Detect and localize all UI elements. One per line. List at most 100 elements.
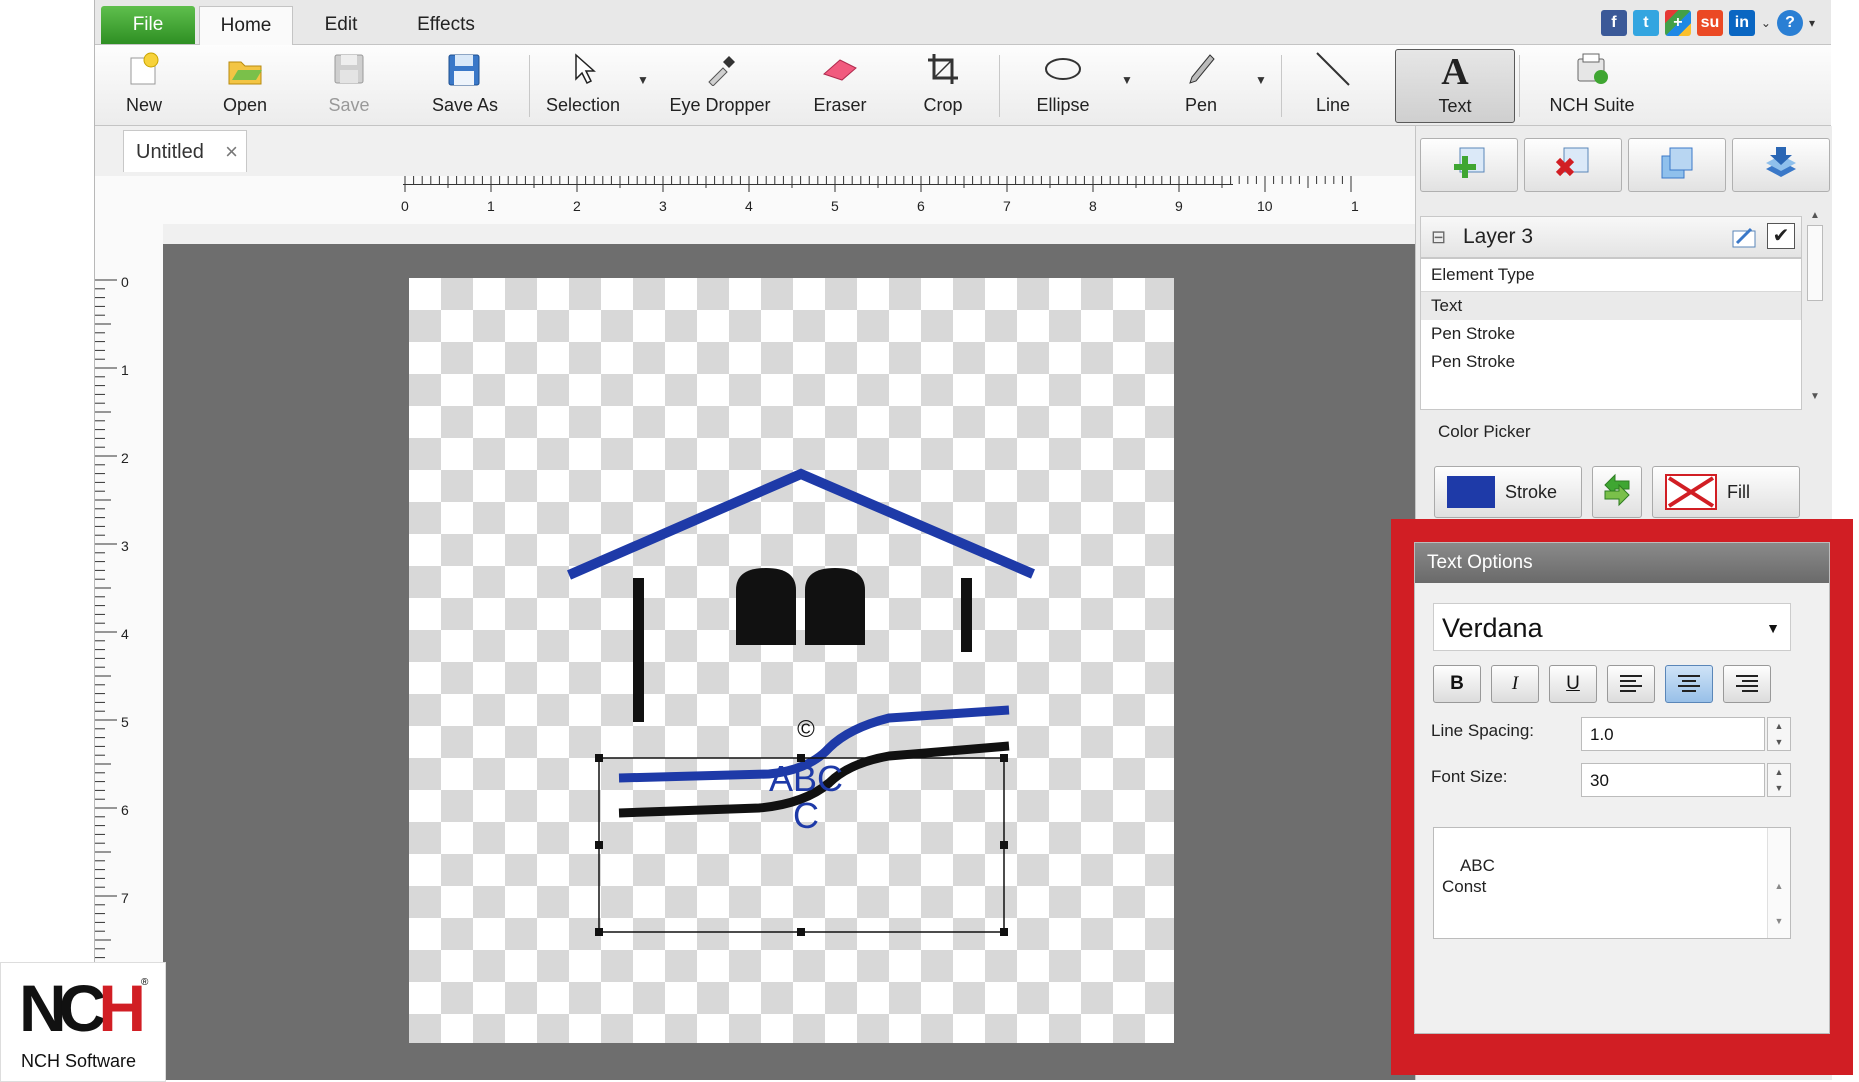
help-dropdown-icon[interactable]: ▾: [1809, 16, 1815, 30]
layer-edit-icon[interactable]: [1731, 223, 1759, 263]
font-select[interactable]: Verdana ▼: [1433, 603, 1791, 651]
stroke-color-swatch: [1447, 476, 1495, 508]
scroll-down-icon[interactable]: ▼: [1768, 911, 1790, 932]
twitter-icon[interactable]: t: [1632, 10, 1659, 36]
align-center-button[interactable]: [1665, 665, 1713, 703]
line-button[interactable]: Line: [1291, 49, 1375, 121]
ellipse-dropdown-icon[interactable]: ▼: [1121, 73, 1133, 87]
stumbleupon-icon[interactable]: su: [1696, 10, 1723, 36]
tab-home[interactable]: Home: [199, 6, 293, 45]
layer-visible-checkbox[interactable]: ✔: [1767, 223, 1795, 249]
linkedin-icon[interactable]: in: [1728, 10, 1755, 36]
text-scrollbar[interactable]: ▲ ▼: [1767, 828, 1790, 938]
chevron-down-icon[interactable]: ▼: [1766, 604, 1780, 652]
duplicate-layer-icon: [1658, 146, 1696, 185]
underline-button[interactable]: U: [1549, 665, 1597, 703]
bold-button[interactable]: B: [1433, 665, 1481, 703]
chevron-down-icon[interactable]: ⌄: [1761, 16, 1771, 30]
close-icon[interactable]: ×: [225, 131, 238, 173]
eraser-button[interactable]: Eraser: [795, 49, 885, 121]
right-wall[interactable]: [961, 578, 972, 652]
ellipse-button[interactable]: Ellipse: [1015, 49, 1111, 121]
align-right-button[interactable]: [1723, 665, 1771, 703]
swap-arrows-icon: [1601, 471, 1633, 514]
swap-colors-button[interactable]: [1592, 466, 1642, 518]
new-button[interactable]: New: [109, 49, 179, 121]
fill-label: Fill: [1727, 481, 1750, 502]
collapse-icon[interactable]: ⊟: [1431, 217, 1446, 257]
save-label: Save: [328, 95, 370, 115]
ruler-label: 10: [1257, 198, 1273, 214]
list-item[interactable]: Pen Stroke: [1421, 320, 1801, 348]
element-list: Element Type Text Pen Stroke Pen Stroke: [1420, 258, 1802, 410]
delete-layer-button[interactable]: [1524, 138, 1622, 192]
canvas-text-line2[interactable]: C: [793, 795, 819, 836]
nch-suite-button[interactable]: NCH Suite: [1527, 49, 1657, 121]
scroll-up-icon[interactable]: ▲: [1768, 876, 1790, 897]
company-name: NCH Software: [21, 1051, 137, 1071]
save-button[interactable]: Save: [309, 49, 389, 121]
scroll-up-icon[interactable]: ▲: [1804, 210, 1826, 221]
selection-dropdown-icon[interactable]: ▼: [637, 73, 649, 87]
logo-mark: NCH: [19, 971, 146, 1045]
layer-header[interactable]: ⊟ Layer 3 ✔: [1420, 216, 1802, 258]
copyright-symbol: ©: [797, 716, 815, 743]
window-right[interactable]: [805, 568, 865, 645]
font-size-input[interactable]: 30: [1581, 763, 1765, 797]
pen-dropdown-icon[interactable]: ▼: [1255, 73, 1267, 87]
canvas-text-line1[interactable]: ABC: [769, 758, 843, 799]
drawing-layer[interactable]: © ABC C: [409, 278, 1174, 1043]
google-plus-icon[interactable]: +: [1664, 10, 1691, 36]
line-spacing-input[interactable]: 1.0: [1581, 717, 1765, 751]
eye-dropper-icon: [703, 52, 737, 91]
ruler-ticks: [404, 176, 1352, 192]
nch-suite-label: NCH Suite: [1549, 95, 1635, 115]
tab-effects[interactable]: Effects: [391, 6, 501, 44]
fill-color-button[interactable]: Fill: [1652, 466, 1800, 518]
eye-dropper-label: Eye Dropper: [669, 95, 771, 115]
save-as-button[interactable]: Save As: [415, 49, 515, 121]
facebook-icon[interactable]: f: [1600, 10, 1627, 36]
tab-file[interactable]: File: [101, 6, 195, 44]
window-left[interactable]: [736, 568, 796, 645]
roof-stroke[interactable]: [567, 468, 1035, 580]
pen-label: Pen: [1184, 95, 1218, 115]
duplicate-layer-button[interactable]: [1628, 138, 1726, 192]
italic-button[interactable]: I: [1491, 665, 1539, 703]
selection-button[interactable]: Selection: [535, 49, 631, 121]
image-canvas[interactable]: © ABC C: [409, 278, 1174, 1043]
ruler-label: 3: [121, 538, 129, 554]
list-item[interactable]: Pen Stroke: [1421, 348, 1801, 376]
pen-button[interactable]: Pen: [1159, 49, 1243, 121]
list-item[interactable]: Text: [1421, 292, 1801, 320]
document-tab-title: Untitled: [136, 141, 204, 163]
text-content-input[interactable]: ABC Const ▲ ▼: [1433, 827, 1791, 939]
stroke-color-button[interactable]: Stroke: [1434, 466, 1582, 518]
add-layer-button[interactable]: [1420, 138, 1518, 192]
separator: [1519, 55, 1520, 117]
ruler-label: 3: [659, 198, 667, 214]
merge-layer-button[interactable]: [1732, 138, 1830, 192]
open-button[interactable]: Open: [205, 49, 285, 121]
align-left-button[interactable]: [1607, 665, 1655, 703]
left-wall[interactable]: [633, 578, 644, 722]
font-size-stepper[interactable]: ▲ ▼: [1767, 763, 1791, 797]
scroll-thumb[interactable]: [1807, 225, 1823, 301]
stroke-label: Stroke: [1505, 481, 1558, 502]
crop-button[interactable]: Crop: [901, 49, 985, 121]
text-content-value: ABC Const: [1442, 856, 1495, 896]
eye-dropper-button[interactable]: Eye Dropper: [655, 49, 785, 121]
layer-scrollbar[interactable]: ▲ ▼: [1804, 210, 1826, 406]
ruler-label: 0: [401, 198, 409, 214]
work-area[interactable]: © ABC C: [163, 244, 1415, 1080]
scroll-down-icon[interactable]: ▼: [1804, 391, 1826, 402]
delete-layer-icon: [1554, 146, 1592, 185]
document-tab[interactable]: Untitled ×: [123, 130, 247, 172]
line-spacing-stepper[interactable]: ▲ ▼: [1767, 717, 1791, 751]
help-icon[interactable]: ?: [1776, 10, 1803, 36]
ruler-label: 2: [121, 450, 129, 466]
text-button[interactable]: A Text: [1395, 49, 1515, 123]
text-label: Text: [1438, 96, 1472, 116]
menu-bar: File Home Edit Effects f t + su in ⌄ ? ▾: [95, 0, 1831, 45]
tab-edit[interactable]: Edit: [291, 6, 391, 44]
